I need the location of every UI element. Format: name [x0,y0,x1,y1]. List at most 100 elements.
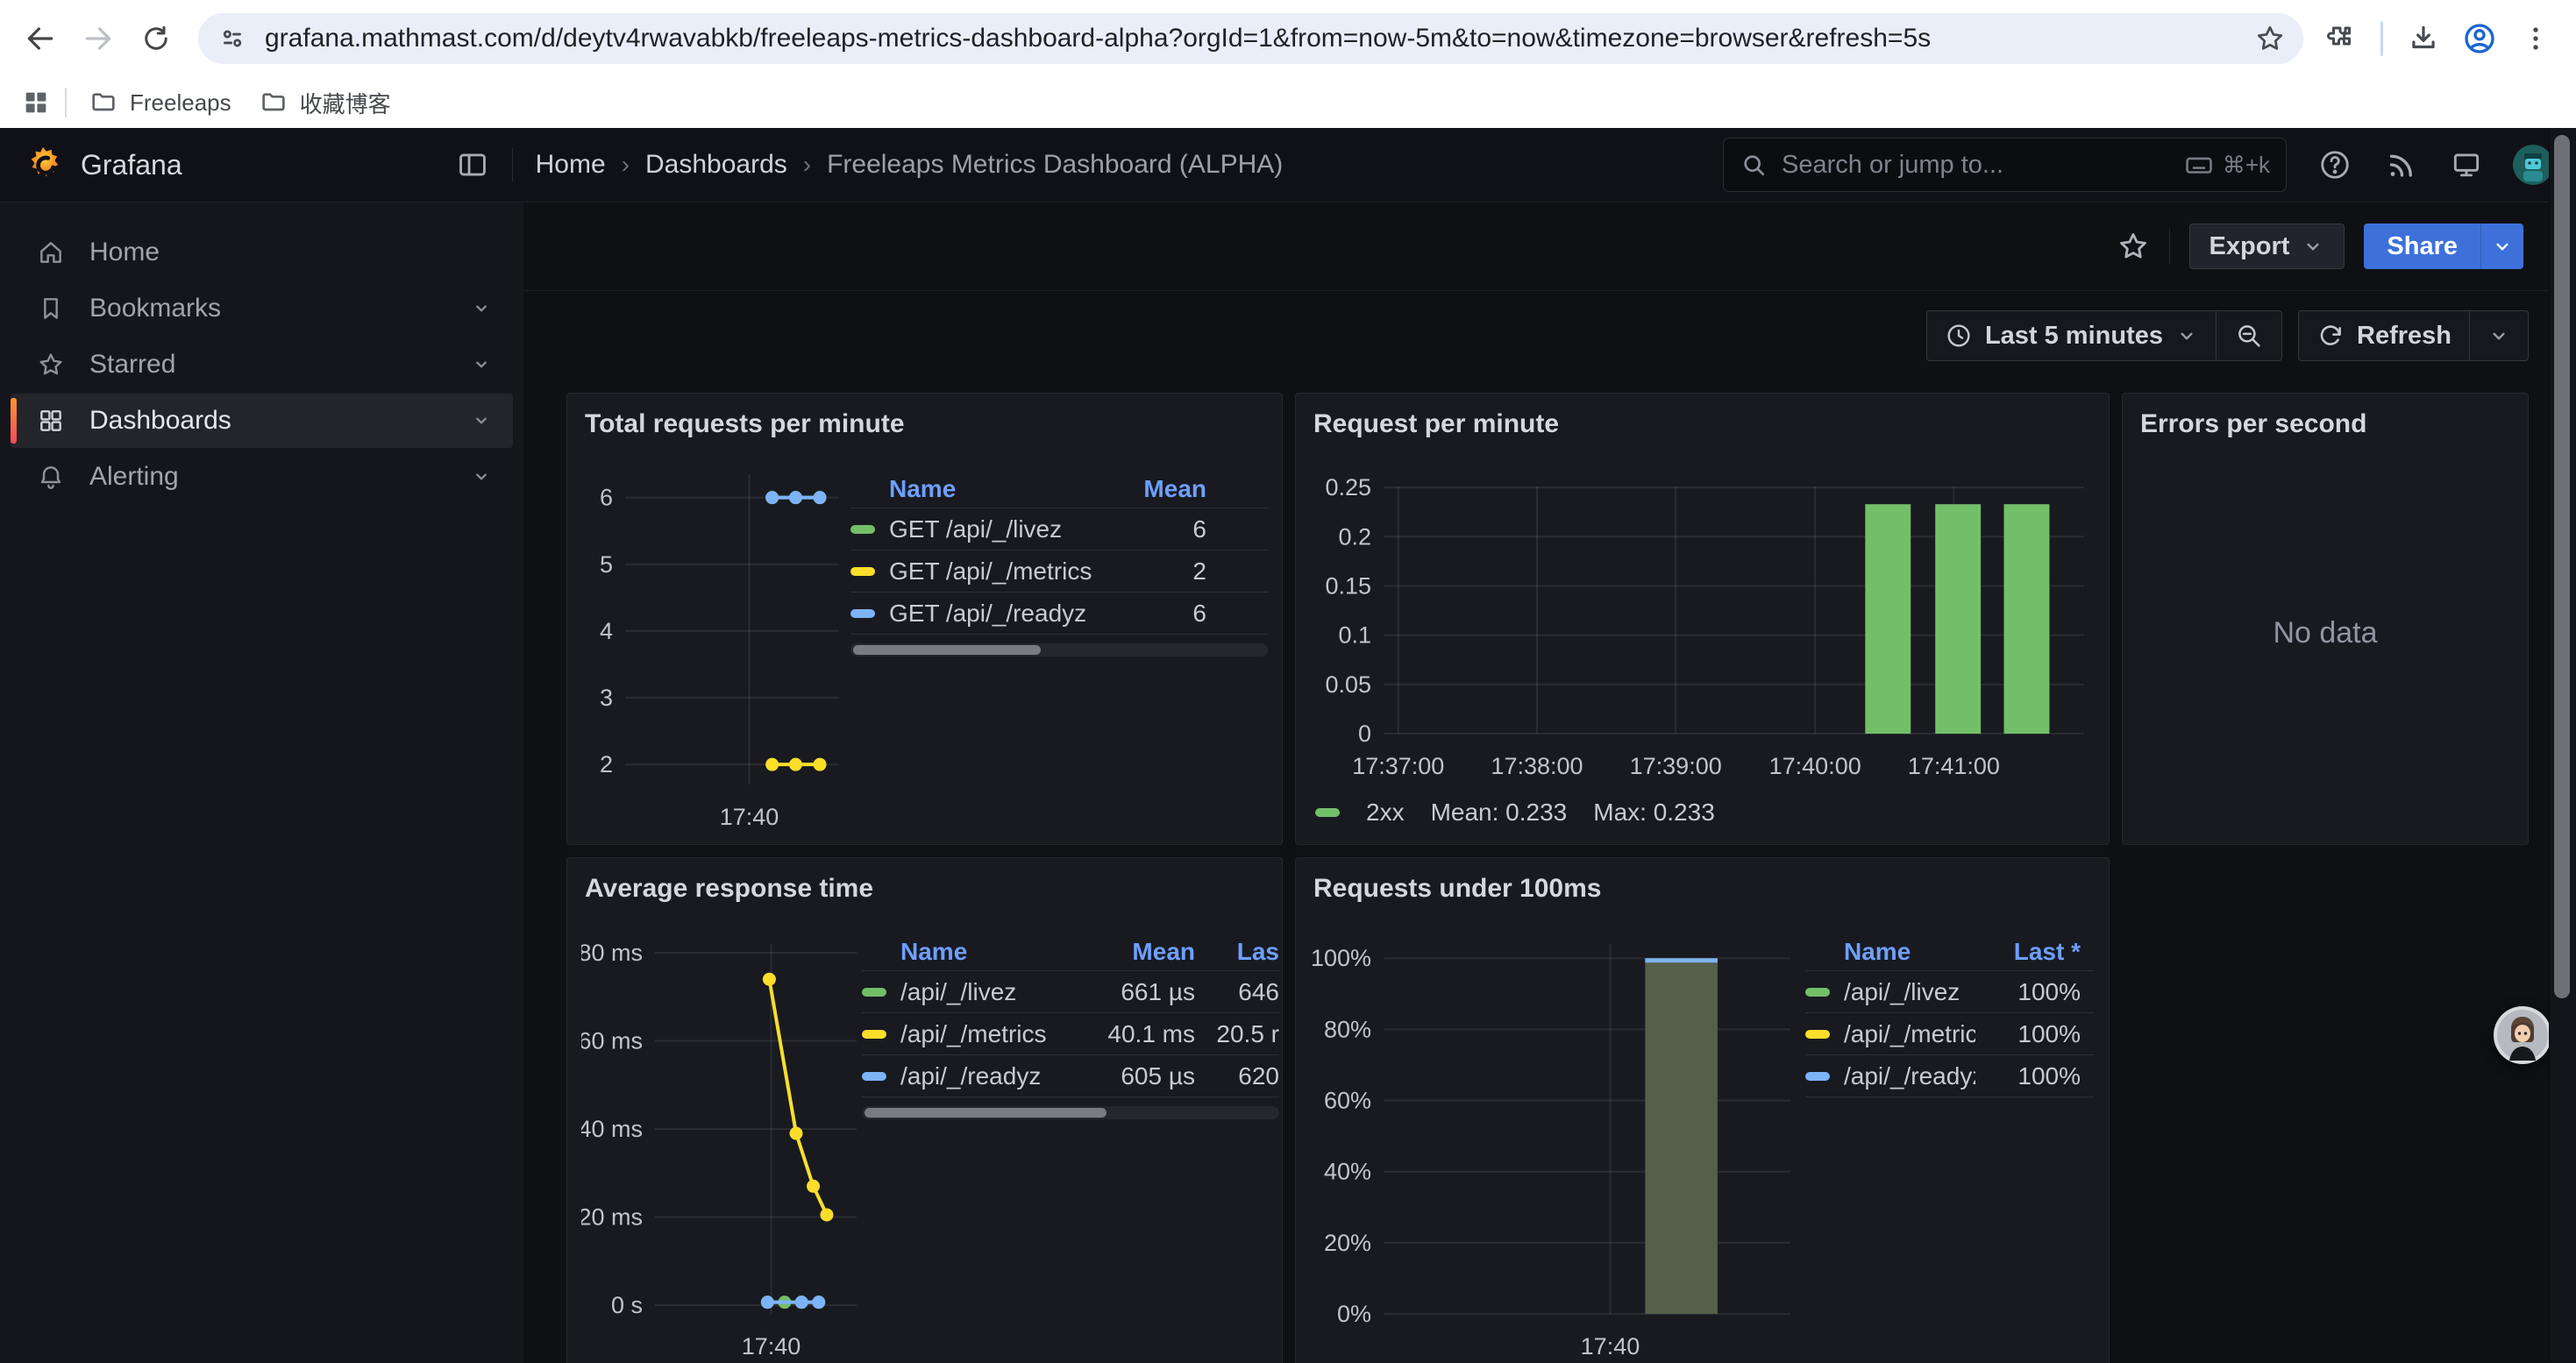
series-swatch [850,525,875,534]
refresh-group: Refresh [2298,310,2529,361]
refresh-interval-button[interactable] [2470,311,2528,360]
svg-text:17:40: 17:40 [1581,1333,1640,1359]
legend-row[interactable]: GET /api/_/livez6 [850,508,1268,550]
chevron-down-icon[interactable] [469,352,494,377]
legend-series-2xx[interactable]: 2xx [1315,799,1405,827]
breadcrumb-dashboards[interactable]: Dashboards [645,150,787,180]
floating-assistant-avatar[interactable] [2494,1006,2551,1064]
export-label: Export [2210,232,2290,261]
bookmark-star-button[interactable] [2247,16,2293,61]
timeseries-chart[interactable]: 2345617:40 [581,444,844,835]
series-swatch [862,1072,886,1081]
svg-text:40%: 40% [1324,1159,1371,1185]
kiosk-monitor-button[interactable] [2450,148,2483,181]
grafana-logo[interactable] [23,145,63,185]
legend-row[interactable]: /api/_/metrics40.1 ms20.5 r [862,1013,1279,1055]
share-menu-button[interactable] [2480,224,2523,269]
chevron-down-icon[interactable] [469,296,494,321]
bookmark-folder-freeleaps[interactable]: Freeleaps [75,82,246,124]
search-icon [1740,151,1768,179]
favorite-star-button[interactable] [2117,230,2150,263]
sidebar-item-starred[interactable]: Starred [11,337,513,392]
bookmark-folder-blogs[interactable]: 收藏博客 [246,80,405,126]
legend-scrollbar[interactable] [862,1106,1279,1119]
panel-row-2: Average response time 0 s20 ms40 ms60 ms… [566,857,2529,1363]
legend-row[interactable]: /api/_/metrics100% [1805,1013,2095,1055]
panel-title[interactable]: Average response time [581,869,1268,909]
bookmarks-bar: Freeleaps 收藏博客 [0,77,2576,129]
star-icon [2117,230,2150,263]
chevron-down-icon [2175,324,2198,347]
search-input[interactable] [1780,150,2172,181]
export-button[interactable]: Export [2189,224,2345,269]
panel-title[interactable]: Total requests per minute [581,404,1268,444]
legend-header-cell[interactable]: Las [1195,938,1279,966]
legend-header-cell[interactable]: Name [862,938,1046,966]
site-settings-icon[interactable] [217,24,247,53]
search-box[interactable]: ⌘+k [1723,138,2287,192]
apps-grid-button[interactable] [21,88,51,117]
legend-header-cell[interactable]: Mean [1092,475,1206,503]
legend-header-cell[interactable]: Last * [1975,938,2081,966]
zoom-out-icon [2234,321,2264,351]
legend-row[interactable]: GET /api/_/metrics2 [850,550,1268,593]
downloads-button[interactable] [2399,14,2448,63]
url-bar[interactable]: grafana.mathmast.com/d/deytv4rwavabkb/fr… [198,13,2303,64]
svg-text:80 ms: 80 ms [581,940,643,966]
browser-chrome: grafana.mathmast.com/d/deytv4rwavabkb/fr… [0,0,2576,128]
bar-chart[interactable]: 0%20%40%60%80%100%17:40 [1310,909,1801,1363]
extensions-button[interactable] [2316,14,2365,63]
panel-title[interactable]: Request per minute [1310,404,2095,444]
reload-button[interactable] [132,14,181,63]
legend-row[interactable]: /api/_/readyz100% [1805,1055,2095,1097]
timeseries-chart[interactable]: 0 s20 ms40 ms60 ms80 ms17:40 [581,909,862,1363]
refresh-button[interactable]: Refresh [2299,311,2469,360]
header-divider [512,148,513,181]
reload-icon [140,23,172,54]
browser-menu-button[interactable] [2511,14,2560,63]
user-avatar[interactable] [2513,145,2553,185]
svg-text:0 s: 0 s [611,1292,643,1318]
chevron-down-icon[interactable] [469,465,494,489]
panel-title[interactable]: Requests under 100ms [1310,869,2095,909]
share-button[interactable]: Share [2364,224,2480,269]
breadcrumb-home[interactable]: Home [536,150,606,180]
sidebar-toggle-button[interactable] [456,148,489,181]
sidebar-item-bookmarks[interactable]: Bookmarks [11,281,513,336]
legend-header-cell[interactable]: Name [850,475,1092,503]
sidebar-item-alerting[interactable]: Alerting [11,450,513,504]
zoom-out-button[interactable] [2217,311,2281,360]
legend-scrollbar[interactable] [850,643,1268,657]
sidebar-item-dashboards[interactable]: Dashboards [11,394,513,448]
sidebar: Home Bookmarks Starred [0,202,523,1363]
svg-text:80%: 80% [1324,1016,1371,1042]
legend-header-cell[interactable]: Mean [1046,938,1195,966]
dashboard-scroll-area[interactable]: Last 5 minutes [523,291,2576,1363]
panel-title[interactable]: Errors per second [2137,404,2514,444]
chevron-down-icon [2302,235,2324,258]
sidebar-item-home[interactable]: Home [11,225,513,280]
legend-header-cell[interactable]: Name [1805,938,1975,966]
profile-button[interactable] [2455,14,2504,63]
legend-row[interactable]: /api/_/livez100% [1805,971,2095,1013]
time-range-group: Last 5 minutes [1926,310,2282,361]
svg-text:0.1: 0.1 [1338,622,1371,649]
forward-button[interactable] [74,14,123,63]
time-controls: Last 5 minutes [566,310,2529,361]
back-button[interactable] [16,14,65,63]
panel-legend: NameMeanLas/api/_/livez661 µs646/api/_/m… [862,934,1279,1363]
bar-chart[interactable]: 00.050.10.150.20.2517:37:0017:38:0017:39… [1310,444,2095,790]
page-scrollbar[interactable] [2549,128,2576,1362]
scrollbar-thumb[interactable] [2554,135,2570,998]
legend-row[interactable]: GET /api/_/readyz6 [850,593,1268,635]
url-text[interactable]: grafana.mathmast.com/d/deytv4rwavabkb/fr… [265,24,2247,53]
chevron-down-icon[interactable] [469,408,494,433]
time-range-picker[interactable]: Last 5 minutes [1927,311,2216,360]
legend-row[interactable]: /api/_/readyz605 µs620 [862,1055,1279,1097]
legend-row[interactable]: /api/_/livez661 µs646 [862,971,1279,1013]
chevron-down-icon [2487,324,2510,347]
news-rss-button[interactable] [2385,149,2416,181]
help-button[interactable] [2318,148,2352,181]
arrow-left-icon [24,22,57,55]
share-label: Share [2387,232,2458,261]
